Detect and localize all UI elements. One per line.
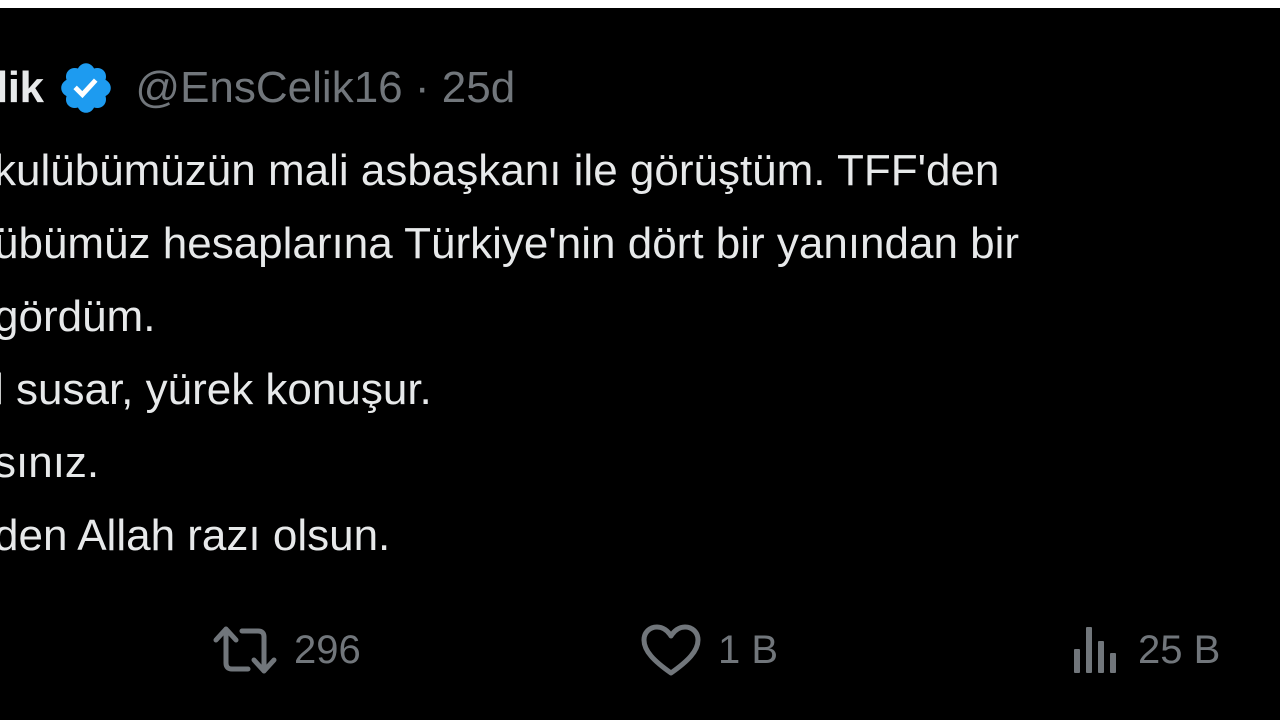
- tweet-text-line: kulübümüzün mali asbaşkanı ile görüştüm.…: [0, 146, 1000, 195]
- tweet-header: lik @EnsCelik16 · 25d: [0, 56, 515, 120]
- views-count: 25 B: [1138, 627, 1221, 672]
- tweet-text-line: übümüz hesaplarına Türkiye'nin dört bir …: [0, 219, 1020, 268]
- tweet-text-line: sınız.: [0, 438, 100, 487]
- author-handle[interactable]: @EnsCelik16: [135, 63, 402, 112]
- like-button[interactable]: 1 B: [640, 620, 778, 680]
- retweet-icon: [212, 623, 278, 677]
- top-edge: [0, 0, 1280, 8]
- tweet-text-line: gördüm.: [0, 292, 156, 341]
- tweet-text-line: l susar, yürek konuşur.: [0, 365, 432, 414]
- tweet-age[interactable]: 25d: [442, 63, 515, 112]
- dot-separator: ·: [414, 63, 430, 112]
- heart-icon: [640, 623, 702, 677]
- tweet-text-line: den Allah razı olsun.: [0, 511, 391, 560]
- retweet-button[interactable]: 296: [212, 620, 361, 680]
- tweet-actions-bar: 296 1 B 25 B: [0, 620, 1280, 680]
- tweet-screenshot: lik @EnsCelik16 · 25d kulübümüzün mali a…: [0, 0, 1280, 720]
- verified-badge-icon[interactable]: [57, 59, 115, 117]
- author-display-name[interactable]: lik: [0, 63, 44, 113]
- views-chart-icon: [1070, 623, 1122, 677]
- like-count: 1 B: [718, 627, 779, 672]
- tweet-text: kulübümüzün mali asbaşkanı ile görüştüm.…: [0, 134, 1280, 572]
- views-button[interactable]: 25 B: [1070, 620, 1220, 680]
- retweet-count: 296: [294, 627, 361, 672]
- author-handle-line: @EnsCelik16 · 25d: [135, 63, 515, 113]
